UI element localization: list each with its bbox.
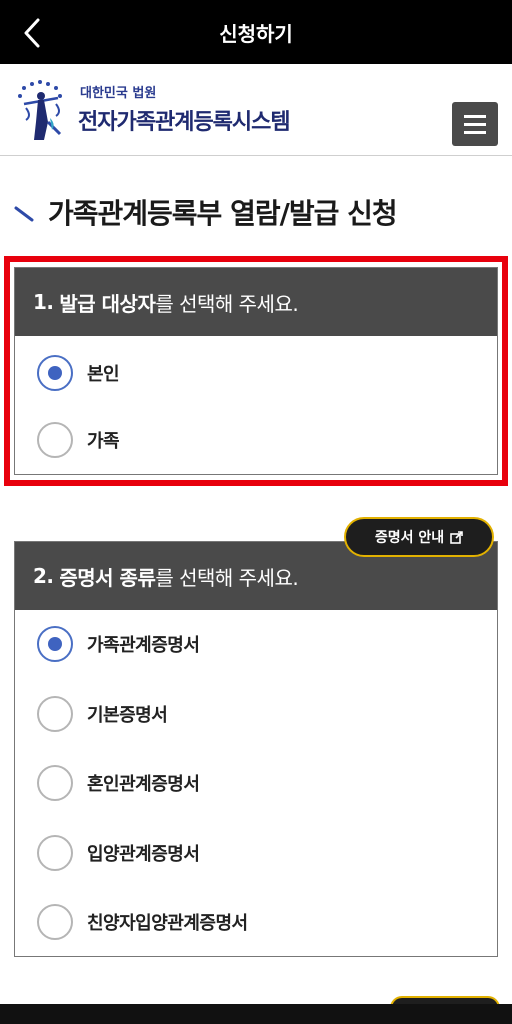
radio-self[interactable]: [37, 355, 73, 391]
radio-marriage-cert[interactable]: [37, 765, 73, 801]
option-label: 친양자입양관계증명서: [87, 913, 248, 934]
radio-adoption-cert[interactable]: [37, 835, 73, 871]
option-label: 입양관계증명서: [87, 844, 200, 865]
section-number: 1.: [33, 290, 54, 314]
option-adoption-cert[interactable]: 입양관계증명서: [37, 833, 200, 873]
org-name: 대한민국 법원: [80, 86, 157, 101]
hamburger-menu-icon: [464, 115, 486, 118]
section-rest: 를 선택해 주세요.: [155, 565, 299, 590]
option-family-relation-cert[interactable]: 가족관계증명서: [37, 624, 200, 664]
page-title-text: 가족관계등록부 열람/발급 신청: [48, 197, 398, 230]
section-bold: 발급 대상자: [59, 291, 156, 316]
section-number: 2.: [33, 564, 54, 588]
guide-button-label: 증명서 안내: [374, 530, 445, 546]
page-title: 가족관계등록부 열람/발급 신청: [14, 190, 504, 234]
section-bold: 증명서 종류: [59, 565, 156, 590]
option-self[interactable]: 본인: [37, 353, 120, 393]
option-family[interactable]: 가족: [37, 420, 120, 460]
certificate-guide-button[interactable]: 증명서 안내: [344, 517, 494, 557]
option-label: 기본증명서: [87, 705, 168, 726]
court-emblem-icon[interactable]: [14, 78, 74, 142]
section-rest: 를 선택해 주세요.: [155, 291, 299, 316]
option-basic-cert[interactable]: 기본증명서: [37, 694, 168, 734]
system-name[interactable]: 전자가족관계등록시스템: [78, 104, 291, 136]
option-label: 본인: [87, 364, 120, 385]
target-panel-header: 1. 발급 대상자 를 선택해 주세요.: [15, 268, 497, 336]
menu-button[interactable]: [452, 102, 498, 146]
target-panel: 1. 발급 대상자 를 선택해 주세요. 본인 가족: [14, 267, 498, 475]
external-link-icon: [450, 530, 463, 544]
option-label: 가족: [87, 431, 120, 452]
radio-family-relation-cert[interactable]: [37, 626, 73, 662]
hamburger-line: [464, 131, 486, 134]
option-label: 가족관계증명서: [87, 635, 200, 656]
site-header: 대한민국 법원 전자가족관계등록시스템: [0, 64, 512, 156]
title-mark-icon: [14, 206, 34, 222]
option-marriage-cert[interactable]: 혼인관계증명서: [37, 763, 200, 803]
radio-basic-cert[interactable]: [37, 696, 73, 732]
app-bar-title: 신청하기: [219, 22, 293, 46]
radio-full-adoption-cert[interactable]: [37, 904, 73, 940]
app-bar: 신청하기: [0, 0, 512, 64]
option-label: 혼인관계증명서: [87, 774, 200, 795]
hamburger-line: [464, 123, 486, 126]
next-section-header-partial: [0, 1004, 512, 1024]
radio-family[interactable]: [37, 422, 73, 458]
certificate-type-panel: 2. 증명서 종류 를 선택해 주세요. 가족관계증명서 기본증명서 혼인관계증명…: [14, 541, 498, 957]
option-full-adoption-cert[interactable]: 친양자입양관계증명서: [37, 902, 248, 942]
